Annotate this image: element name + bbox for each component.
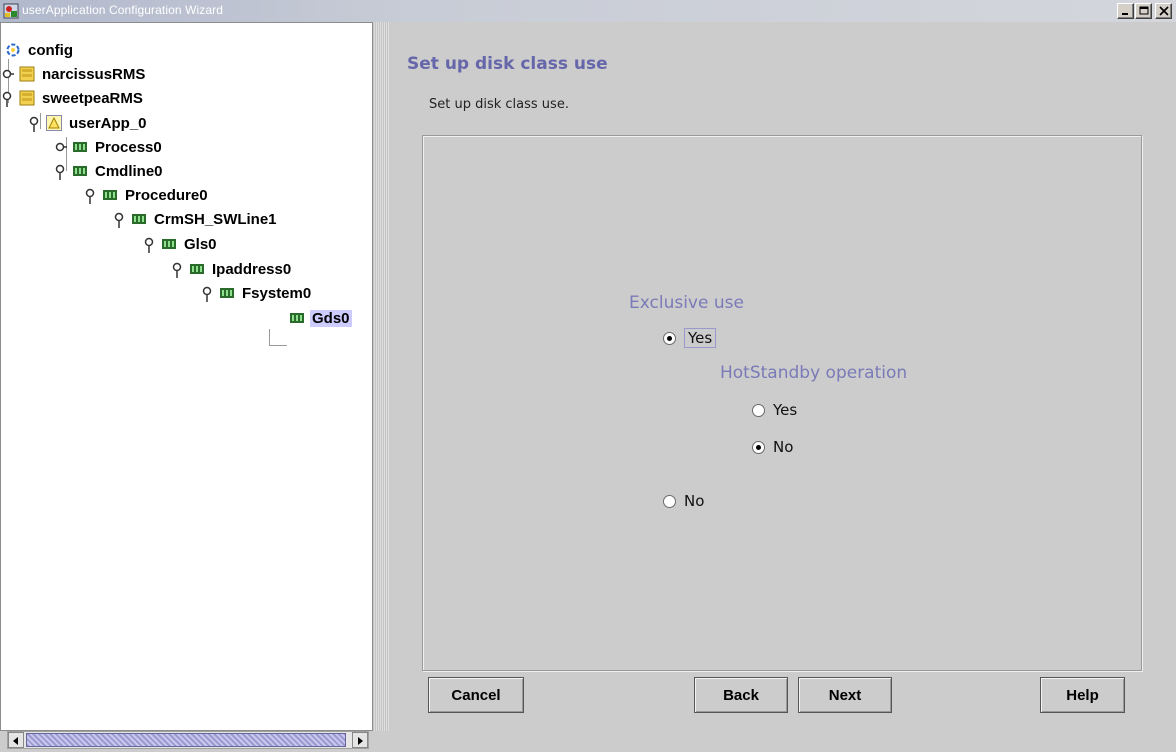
tree-node-label: userApp_0 xyxy=(69,114,147,132)
tree-node-userapp-0[interactable]: userApp_0 xyxy=(28,112,149,134)
tree-horizontal-scrollbar[interactable] xyxy=(7,731,369,749)
resource-icon xyxy=(102,187,118,203)
tree-node-ipaddress0[interactable]: Ipaddress0 xyxy=(171,258,293,280)
tree-node-cmdline0[interactable]: Cmdline0 xyxy=(54,160,165,182)
help-button[interactable]: Help xyxy=(1040,677,1125,713)
window-title: userApplication Configuration Wizard xyxy=(22,3,224,17)
maximize-button[interactable] xyxy=(1135,3,1152,19)
resource-icon xyxy=(219,285,235,301)
tree-node-label: CrmSH_SWLine1 xyxy=(154,210,277,228)
tree-node-label: Procedure0 xyxy=(125,186,208,204)
tree-node-process0[interactable]: Process0 xyxy=(54,136,164,158)
right-arrow-icon xyxy=(358,737,363,745)
exclusive-use-label: Exclusive use xyxy=(629,293,744,313)
collapse-handle-icon[interactable] xyxy=(113,208,126,230)
tree-node-label: narcissusRMS xyxy=(42,65,146,83)
tree-node-label: Process0 xyxy=(95,138,162,156)
tree-node-gds0[interactable]: Gds0 xyxy=(289,307,352,329)
tree-node-label: sweetpeaRMS xyxy=(42,89,143,107)
next-button[interactable]: Next xyxy=(798,677,892,713)
hotstandby-no-option[interactable]: No xyxy=(752,438,793,456)
scroll-right-button[interactable] xyxy=(352,732,368,748)
maximize-icon xyxy=(1139,6,1149,15)
minimize-button[interactable] xyxy=(1117,3,1134,19)
tree-node-config[interactable]: config xyxy=(5,39,75,61)
resource-icon xyxy=(131,211,147,227)
hotstandby-yes-radio[interactable] xyxy=(752,403,765,417)
radio-label: No xyxy=(684,492,705,510)
expand-handle-icon[interactable] xyxy=(54,136,67,158)
resource-icon xyxy=(161,236,177,252)
tree-node-label: config xyxy=(28,41,73,59)
wizard-content-panel: Set up disk class use Set up disk class … xyxy=(389,22,1176,731)
left-arrow-icon xyxy=(13,737,18,745)
collapse-handle-icon[interactable] xyxy=(28,112,41,134)
tree-node-fsystem0[interactable]: Fsystem0 xyxy=(201,282,313,304)
exclusive-use-no-option[interactable]: No xyxy=(663,492,704,510)
options-group-box: Exclusive use Yes HotStandby operation Y… xyxy=(422,135,1142,671)
exclusive-use-no-radio[interactable] xyxy=(663,494,676,508)
hotstandby-yes-option[interactable]: Yes xyxy=(752,401,797,419)
node-icon xyxy=(19,66,35,82)
minimize-icon xyxy=(1122,13,1128,15)
page-title: Set up disk class use xyxy=(407,54,608,74)
collapse-handle-icon[interactable] xyxy=(171,258,184,280)
tree-node-label: Ipaddress0 xyxy=(212,260,292,278)
tree-node-label: Cmdline0 xyxy=(95,162,163,180)
back-button[interactable]: Back xyxy=(694,677,788,713)
radio-label: Yes xyxy=(773,401,798,419)
app-icon xyxy=(3,3,19,19)
hotstandby-no-radio[interactable] xyxy=(752,440,765,454)
tree-node-label: Fsystem0 xyxy=(242,284,312,302)
page-description: Set up disk class use. xyxy=(429,97,569,112)
tree-node-label: Gls0 xyxy=(184,235,217,253)
exclusive-use-yes-option[interactable]: Yes xyxy=(663,328,717,348)
collapse-handle-icon[interactable] xyxy=(201,282,214,304)
collapse-handle-icon[interactable] xyxy=(1,87,14,109)
tree-node-procedure0[interactable]: Procedure0 xyxy=(84,184,210,206)
collapse-handle-icon[interactable] xyxy=(54,160,67,182)
resource-icon xyxy=(189,261,205,277)
hotstandby-operation-label: HotStandby operation xyxy=(720,363,908,383)
window-title-bar[interactable]: userApplication Configuration Wizard xyxy=(0,0,1176,22)
config-icon xyxy=(5,42,21,58)
resource-icon xyxy=(289,310,305,326)
tree-node-sweetpearms[interactable]: sweetpeaRMS xyxy=(1,87,145,109)
close-button[interactable] xyxy=(1155,3,1172,19)
resource-tree-panel[interactable]: config narcissusRMS sweetpeaRMS userApp_… xyxy=(0,22,373,749)
node-icon xyxy=(19,90,35,106)
radio-label: Yes xyxy=(684,328,717,348)
close-icon xyxy=(1159,6,1169,16)
resource-icon xyxy=(72,139,88,155)
userapp-warning-icon xyxy=(46,115,62,131)
cancel-button[interactable]: Cancel xyxy=(428,677,524,713)
tree-node-label: Gds0 xyxy=(310,309,352,327)
exclusive-use-yes-radio[interactable] xyxy=(663,331,676,345)
collapse-handle-icon[interactable] xyxy=(143,233,156,255)
expand-handle-icon[interactable] xyxy=(1,63,14,85)
radio-label: No xyxy=(773,438,794,456)
tree-node-crmsh-swline1[interactable]: CrmSH_SWLine1 xyxy=(113,208,279,230)
collapse-handle-icon[interactable] xyxy=(84,184,97,206)
scrollbar-thumb[interactable] xyxy=(26,733,346,747)
resource-icon xyxy=(72,163,88,179)
scroll-left-button[interactable] xyxy=(8,732,24,748)
tree-node-gls0[interactable]: Gls0 xyxy=(143,233,219,255)
panel-splitter[interactable] xyxy=(373,22,389,731)
tree-node-narcissusrms[interactable]: narcissusRMS xyxy=(1,63,147,85)
